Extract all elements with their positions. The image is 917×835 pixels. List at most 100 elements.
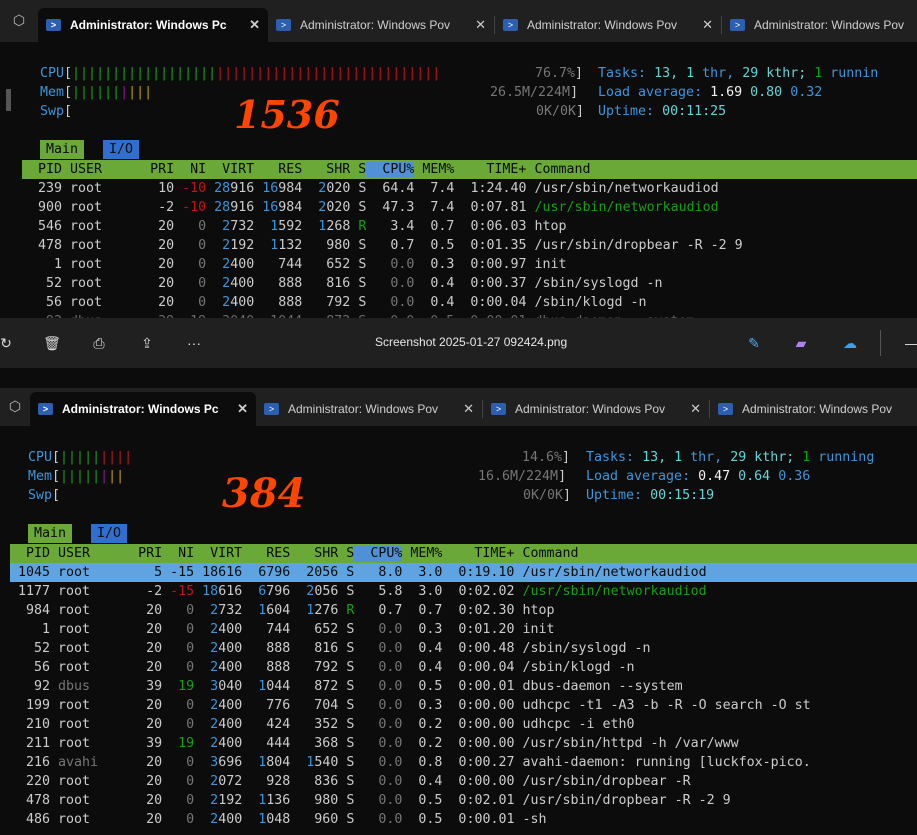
rotate-icon[interactable]: ↻ bbox=[0, 331, 18, 355]
bottom-tab-2[interactable]: > Administrator: Windows Pov ✕ bbox=[256, 392, 482, 426]
nice: 0 bbox=[174, 238, 207, 253]
close-icon[interactable]: ✕ bbox=[237, 401, 248, 417]
shr: 836 bbox=[290, 774, 339, 789]
process-row[interactable]: 52 root 20 0 2400 888 816 S 0.0 0.4 0:00… bbox=[22, 274, 917, 293]
process-row[interactable]: 239 root 10 -10 28916 16984 2020 S 64.4 … bbox=[22, 179, 917, 198]
cpu-time: 0:00.04 bbox=[442, 660, 515, 675]
edit-icon[interactable]: ✎ bbox=[742, 331, 766, 355]
delete-icon[interactable]: 🗑 bbox=[40, 331, 64, 355]
tab-main[interactable]: Main bbox=[40, 140, 85, 159]
cpu-percent: 0.0 bbox=[354, 736, 403, 751]
print-icon[interactable]: ⎙ bbox=[87, 331, 111, 355]
process-row[interactable]: 900 root -2 -10 28916 16984 2020 S 47.3 … bbox=[22, 198, 917, 217]
virt: 3696 bbox=[210, 755, 243, 770]
process-row[interactable]: 56 root 20 0 2400 888 792 S 0.0 0.4 0:00… bbox=[22, 293, 917, 312]
process-row[interactable]: 546 root 20 0 2732 1592 1268 R 3.4 0.7 0… bbox=[22, 217, 917, 236]
close-icon[interactable]: ✕ bbox=[702, 17, 713, 33]
process-row[interactable]: 92 dbus 39 19 3040 1044 872 S 0.0 0.5 0:… bbox=[10, 677, 917, 696]
share-icon[interactable]: ⇪ bbox=[135, 331, 159, 355]
mem-percent: 3.0 bbox=[402, 584, 443, 599]
state: S bbox=[350, 276, 367, 291]
top-terminal[interactable]: CPU[||||||||||||||||||||||||||||||||||||… bbox=[0, 42, 917, 318]
swp-meter: Swp[ bbox=[40, 104, 73, 119]
cpu-percent: 8.0 bbox=[354, 565, 403, 580]
powershell-icon: > bbox=[491, 403, 506, 415]
shr: 872 bbox=[290, 679, 339, 694]
nice: -15 bbox=[162, 584, 195, 599]
uptime-line: Uptime: 00:11:25 bbox=[598, 104, 727, 119]
process-row[interactable]: 478 root 20 0 2192 1136 980 S 0.0 0.5 0:… bbox=[10, 791, 917, 810]
shr: 652 bbox=[302, 257, 351, 272]
tab-io[interactable]: I/O bbox=[91, 524, 128, 543]
bottom-tab-1[interactable]: > Administrator: Windows Pc ✕ bbox=[30, 392, 256, 426]
process-row[interactable]: 52 root 20 0 2400 888 816 S 0.0 0.4 0:00… bbox=[10, 639, 917, 658]
state: S bbox=[338, 641, 355, 656]
swp-value: 0K/0K] bbox=[523, 488, 572, 503]
virt: 28916 bbox=[214, 181, 255, 196]
pid: 900 bbox=[22, 200, 63, 215]
process-row[interactable]: 1 root 20 0 2400 744 652 S 0.0 0.3 0:00.… bbox=[22, 255, 917, 274]
close-icon[interactable]: ✕ bbox=[690, 401, 701, 417]
priority: -2 bbox=[130, 584, 163, 599]
state: S bbox=[350, 181, 367, 196]
close-icon[interactable]: ✕ bbox=[249, 17, 260, 33]
clipchamp-icon[interactable]: ▰ bbox=[789, 331, 813, 355]
process-row[interactable]: 1 root 20 0 2400 744 652 S 0.0 0.3 0:01.… bbox=[10, 620, 917, 639]
res: 888 bbox=[254, 295, 303, 310]
onedrive-icon[interactable]: ☁ bbox=[838, 331, 862, 355]
top-tab-1[interactable]: > Administrator: Windows Pc ✕ bbox=[38, 8, 268, 42]
tab-main[interactable]: Main bbox=[28, 524, 73, 543]
pid: 211 bbox=[10, 736, 51, 751]
nice: 0 bbox=[162, 698, 195, 713]
shr: 352 bbox=[290, 717, 339, 732]
powershell-icon: > bbox=[276, 19, 291, 31]
process-row[interactable]: 486 root 20 0 2400 1048 960 S 0.0 0.5 0:… bbox=[10, 810, 917, 829]
close-icon[interactable]: ✕ bbox=[463, 401, 474, 417]
virt: 3040 bbox=[210, 679, 243, 694]
tab-io[interactable]: I/O bbox=[103, 140, 140, 159]
process-row[interactable]: 210 root 20 0 2400 424 352 S 0.0 0.2 0:0… bbox=[10, 715, 917, 734]
top-tab-2[interactable]: > Administrator: Windows Pov ✕ bbox=[268, 8, 494, 42]
tab-title: Administrator: Windows Pov bbox=[754, 18, 905, 32]
priority: 20 bbox=[130, 793, 163, 808]
top-tab-3[interactable]: > Administrator: Windows Pov ✕ bbox=[495, 8, 721, 42]
process-row[interactable]: 211 root 39 19 2400 444 368 S 0.0 0.2 0:… bbox=[10, 734, 917, 753]
close-icon[interactable]: ✕ bbox=[475, 17, 486, 33]
pid: 210 bbox=[10, 717, 51, 732]
priority: 20 bbox=[130, 622, 163, 637]
bottom-tab-4[interactable]: > Administrator: Windows Pov bbox=[710, 392, 905, 426]
nice: 0 bbox=[162, 603, 195, 618]
command: init bbox=[526, 257, 567, 272]
process-row[interactable]: 220 root 20 0 2072 928 836 S 0.0 0.4 0:0… bbox=[10, 772, 917, 791]
top-tab-4[interactable]: > Administrator: Windows Pov bbox=[722, 8, 917, 42]
nice: 0 bbox=[162, 812, 195, 827]
process-row[interactable]: 1177 root -2 -15 18616 6796 2056 S 5.8 3… bbox=[10, 582, 917, 601]
pid: 486 bbox=[10, 812, 51, 827]
shr: 2056 bbox=[306, 584, 339, 599]
state: S bbox=[338, 812, 355, 827]
handwritten-annotation: 384 bbox=[222, 470, 306, 517]
cpu-value: 76.7%] bbox=[535, 66, 584, 81]
process-row[interactable]: 478 root 20 0 2192 1132 980 S 0.7 0.5 0:… bbox=[22, 236, 917, 255]
bottom-terminal[interactable]: CPU[||||||||| 14.6%] Mem[|||||||| 16.6M/… bbox=[0, 426, 917, 835]
priority: 5 bbox=[130, 565, 163, 580]
state: S bbox=[338, 660, 355, 675]
shr: 816 bbox=[290, 641, 339, 656]
pid: 56 bbox=[10, 660, 51, 675]
cpu-time: 0:00.00 bbox=[442, 698, 515, 713]
minimize-icon[interactable]: — bbox=[900, 331, 917, 355]
bottom-tab-3[interactable]: > Administrator: Windows Pov ✕ bbox=[483, 392, 709, 426]
process-row[interactable]: 984 root 20 0 2732 1604 1276 R 0.7 0.7 0… bbox=[10, 601, 917, 620]
cpu-percent: 0.0 bbox=[366, 295, 415, 310]
process-row[interactable]: 216 avahi 20 0 3696 1804 1540 S 0.0 0.8 … bbox=[10, 753, 917, 772]
virt: 2400 bbox=[210, 812, 243, 827]
process-row[interactable]: 199 root 20 0 2400 776 704 S 0.0 0.3 0:0… bbox=[10, 696, 917, 715]
nice: 0 bbox=[174, 295, 207, 310]
more-options-icon[interactable]: ··· bbox=[182, 331, 206, 355]
process-row[interactable]: 56 root 20 0 2400 888 792 S 0.0 0.4 0:00… bbox=[10, 658, 917, 677]
pid: 1177 bbox=[10, 584, 51, 599]
pid: 478 bbox=[22, 238, 63, 253]
process-row[interactable]: 1045 root 5 -15 18616 6796 2056 S 8.0 3.… bbox=[10, 563, 917, 582]
res: 744 bbox=[254, 257, 303, 272]
mem-percent: 7.4 bbox=[414, 200, 455, 215]
